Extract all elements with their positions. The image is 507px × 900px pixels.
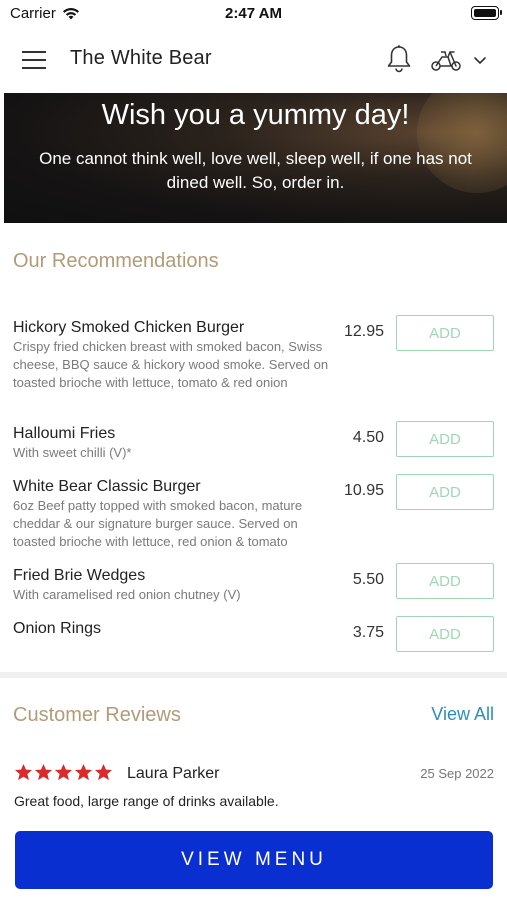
menu-item[interactable]: Onion Rings 3.75 ADD xyxy=(13,616,495,652)
star-icon xyxy=(94,763,113,781)
status-bar: Carrier 2:47 AM xyxy=(0,0,507,28)
hamburger-menu-icon[interactable] xyxy=(22,49,48,71)
menu-item[interactable]: Halloumi Fries With sweet chilli (V)* 4.… xyxy=(13,421,495,462)
restaurant-name: The White Bear xyxy=(70,47,212,69)
review-date: 25 Sep 2022 xyxy=(420,766,494,781)
menu-item[interactable]: Hickory Smoked Chicken Burger Crispy fri… xyxy=(13,315,495,392)
menu-item-price: 12.95 xyxy=(343,323,384,340)
notification-bell-icon[interactable] xyxy=(384,44,414,74)
recommendations-heading: Our Recommendations xyxy=(13,250,219,272)
review-text: Great food, large range of drinks availa… xyxy=(14,793,279,809)
reviewer-name: Laura Parker xyxy=(127,765,220,782)
menu-item[interactable]: White Bear Classic Burger 6oz Beef patty… xyxy=(13,474,495,551)
battery-icon xyxy=(471,6,502,20)
add-button[interactable]: ADD xyxy=(396,563,494,599)
review-rating xyxy=(14,763,113,782)
banner-title: Wish you a yummy day! xyxy=(101,99,410,131)
menu-item-price: 10.95 xyxy=(343,482,384,499)
app-header: The White Bear xyxy=(0,30,507,92)
menu-item-description: With sweet chilli (V)* xyxy=(13,445,132,460)
star-icon xyxy=(34,763,53,781)
add-button[interactable]: ADD xyxy=(396,421,494,457)
menu-item-description: 6oz Beef patty topped with smoked bacon,… xyxy=(13,498,303,549)
star-icon xyxy=(14,763,33,781)
add-button[interactable]: ADD xyxy=(396,474,494,510)
add-button[interactable]: ADD xyxy=(396,315,494,351)
menu-item[interactable]: Fried Brie Wedges With caramelised red o… xyxy=(13,563,495,604)
star-icon xyxy=(54,763,73,781)
banner-quote: One cannot think well, love well, sleep … xyxy=(39,149,472,192)
view-menu-button[interactable]: VIEW MENU xyxy=(15,831,493,889)
chevron-down-icon[interactable] xyxy=(472,54,488,66)
menu-item-description: With caramelised red onion chutney (V) xyxy=(13,587,241,602)
clock: 2:47 AM xyxy=(225,5,282,22)
section-divider xyxy=(0,672,507,678)
menu-item-price: 4.50 xyxy=(352,429,384,446)
add-button[interactable]: ADD xyxy=(396,616,494,652)
menu-item-price: 5.50 xyxy=(352,571,384,588)
star-icon xyxy=(74,763,93,781)
promo-banner: Wish you a yummy day! One cannot think w… xyxy=(4,93,507,223)
menu-item-description: Crispy fried chicken breast with smoked … xyxy=(13,339,329,390)
reviews-heading: Customer Reviews xyxy=(13,704,181,726)
view-all-reviews-link[interactable]: View All xyxy=(431,704,494,725)
delivery-scooter-icon[interactable] xyxy=(430,48,462,72)
menu-item-price: 3.75 xyxy=(352,624,384,641)
